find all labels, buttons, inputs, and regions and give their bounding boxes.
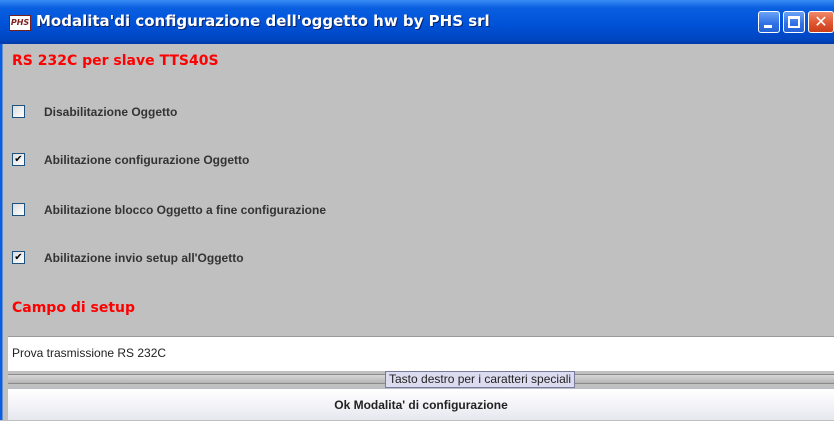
minimize-icon <box>764 25 772 28</box>
checkbox-label: Abilitazione blocco Oggetto a fine confi… <box>44 203 327 217</box>
app-icon[interactable]: PHS <box>9 15 31 31</box>
setup-text-value[interactable]: Prova trasmissione RS 232C <box>12 346 166 360</box>
maximize-icon <box>788 16 800 28</box>
close-button[interactable]: ✕ <box>808 11 834 33</box>
checkbox-label: Abilitazione configurazione Oggetto <box>44 153 250 167</box>
window-titlebar[interactable]: PHS Modalita'di configurazione dell'ogge… <box>0 0 834 44</box>
maximize-button[interactable] <box>783 11 805 33</box>
setup-text-field[interactable]: Prova trasmissione RS 232C <box>8 336 834 371</box>
checkbox[interactable]: ✔ <box>12 251 25 264</box>
checkbox-label: Abilitazione invio setup all'Oggetto <box>44 251 244 265</box>
window-left-border <box>0 44 8 420</box>
ok-configuration-button[interactable]: Ok Modalita' di configurazione <box>8 388 834 420</box>
checkbox-label: Disabilitazione Oggetto <box>44 105 178 119</box>
section-title-rs232: RS 232C per slave TTS40S <box>12 53 219 69</box>
minimize-button[interactable] <box>758 11 780 33</box>
checkbox[interactable] <box>12 105 25 118</box>
checkbox[interactable]: ✔ <box>12 153 25 166</box>
section-title-setup: Campo di setup <box>12 300 136 316</box>
window-title: Modalita'di configurazione dell'oggetto … <box>36 12 490 30</box>
close-icon: ✕ <box>814 12 828 31</box>
hint-label: Tasto destro per i caratteri speciali <box>385 371 576 388</box>
checkbox[interactable] <box>12 203 25 216</box>
